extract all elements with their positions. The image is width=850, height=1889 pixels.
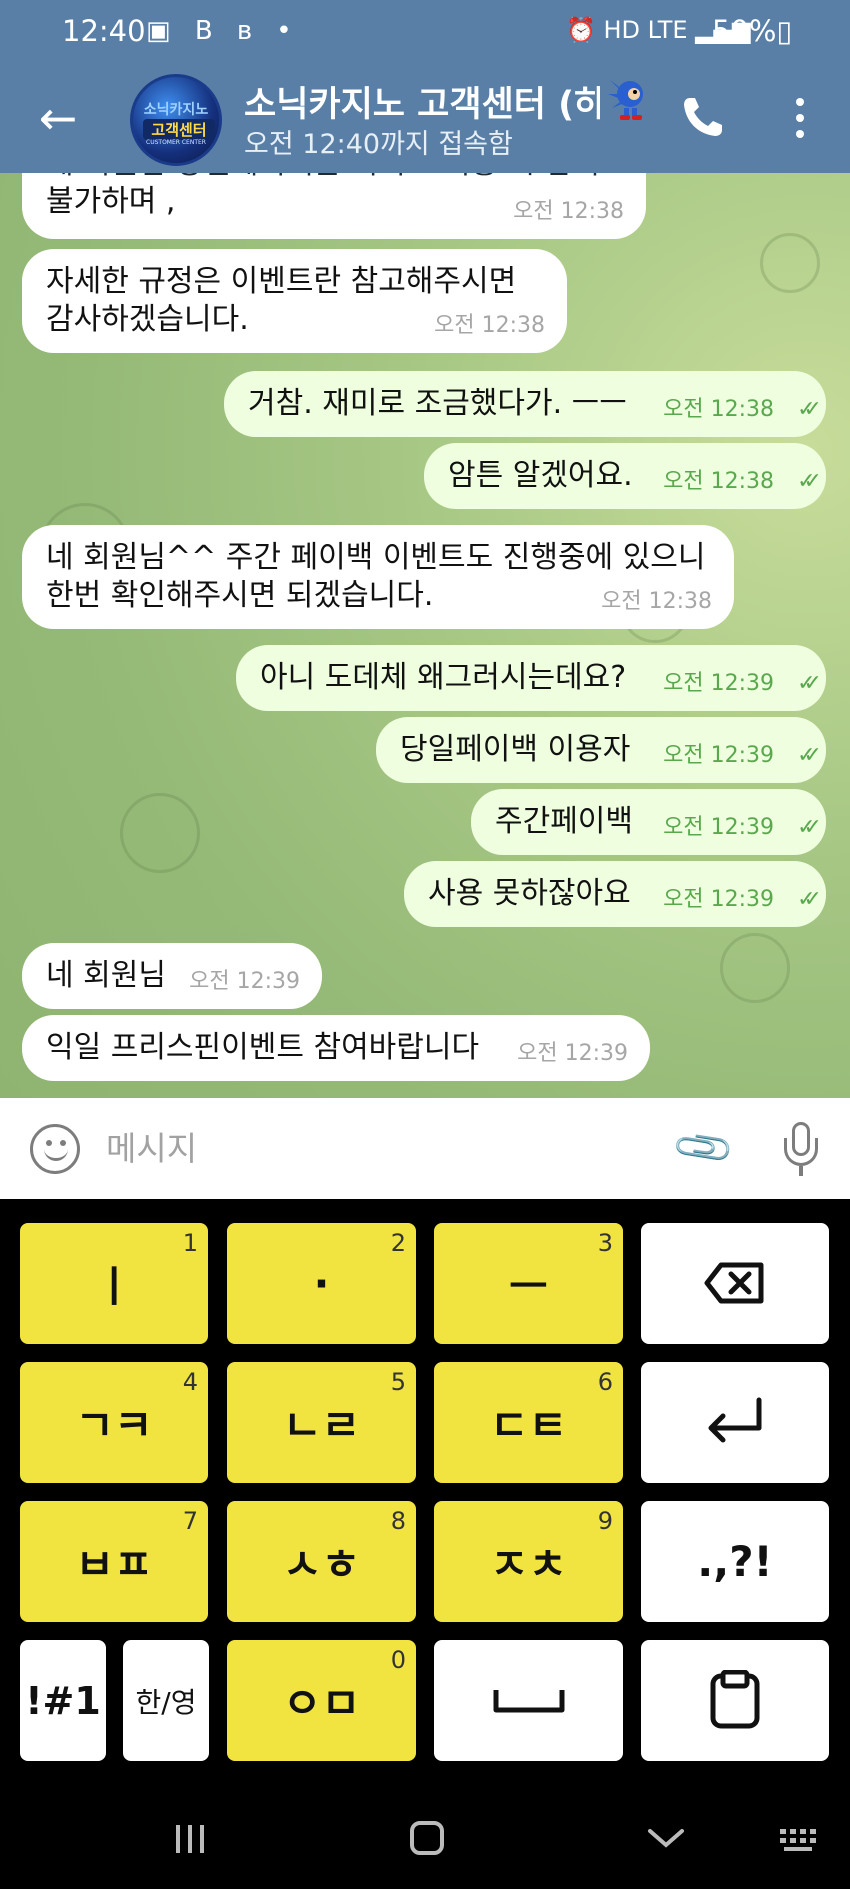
message-text: 네 회원님^^ 주간 페이백 이벤트도 진행중에 있으니 bbox=[46, 540, 706, 575]
message-text: 네 회원님 당일페이백은 기지노 이용 시 참여 bbox=[46, 173, 622, 183]
key-dot[interactable]: 2 · bbox=[227, 1223, 416, 1344]
background-doodle bbox=[120, 793, 200, 873]
message-bubble-outgoing[interactable]: 거참. 재미로 조금했다가. ㅡㅡ 오전 12:38 ✓✓ bbox=[224, 371, 826, 437]
key-g-k[interactable]: 4 ㄱㅋ bbox=[20, 1362, 208, 1483]
last-seen-status: 오전 12:40까지 접속함 bbox=[244, 129, 513, 160]
top-bar: 12:40 ▣ B ʙ • ⏰ HD LTE ▂▄▆ 50%▯ ← 소닉카지노 … bbox=[0, 0, 850, 173]
home-icon[interactable] bbox=[397, 1819, 457, 1859]
clipboard-icon bbox=[710, 1670, 760, 1729]
key-label: ㄷㅌ bbox=[489, 1401, 568, 1450]
back-arrow-icon[interactable]: ← bbox=[30, 90, 86, 146]
background-doodle bbox=[760, 233, 820, 293]
key-n-r[interactable]: 5 ㄴㄹ bbox=[227, 1362, 416, 1483]
message-composer: 📎 bbox=[0, 1098, 850, 1199]
key-j-ch[interactable]: 9 ㅈㅊ bbox=[434, 1501, 623, 1622]
battery-indicator: 50%▯ bbox=[712, 14, 793, 48]
key-i[interactable]: 1 ㅣ bbox=[20, 1223, 208, 1344]
key-label: · bbox=[313, 1259, 330, 1308]
read-receipt-icon: ✓✓ bbox=[797, 397, 822, 422]
symbols-key[interactable]: !#1 bbox=[20, 1640, 106, 1761]
language-toggle-key[interactable]: 한/영 bbox=[123, 1640, 209, 1761]
notification-icons: ▣ B ʙ • bbox=[146, 16, 300, 46]
attach-icon[interactable]: 📎 bbox=[665, 1109, 744, 1188]
message-time: 오전 12:38 bbox=[663, 469, 774, 494]
key-eu[interactable]: 3 ㅡ bbox=[434, 1223, 623, 1344]
message-bubble-incoming[interactable]: 자세한 규정은 이벤트란 참고해주시면 감사하겠습니다. 오전 12:38 bbox=[22, 249, 567, 353]
message-input[interactable] bbox=[106, 1126, 666, 1170]
message-text: 자세한 규정은 이벤트란 참고해주시면 bbox=[46, 264, 517, 299]
system-nav-bar bbox=[0, 1789, 850, 1889]
key-label: ㅡ bbox=[509, 1262, 548, 1311]
message-time: 오전 12:39 bbox=[663, 743, 774, 768]
key-label: ㅂㅍ bbox=[75, 1540, 153, 1589]
key-label: ㄴㄹ bbox=[282, 1401, 361, 1450]
key-label: ㅣ bbox=[94, 1262, 134, 1311]
backspace-key[interactable] bbox=[641, 1223, 829, 1344]
message-time: 오전 12:38 bbox=[434, 313, 545, 338]
phone-icon[interactable] bbox=[672, 88, 732, 148]
message-time: 오전 12:39 bbox=[189, 969, 300, 994]
punctuation-key[interactable]: .,?! bbox=[641, 1501, 829, 1622]
message-time: 오전 12:39 bbox=[663, 815, 774, 840]
message-time: 오전 12:39 bbox=[663, 671, 774, 696]
message-time: 오전 12:39 bbox=[663, 887, 774, 912]
backspace-icon bbox=[704, 1262, 764, 1304]
key-d-t[interactable]: 6 ㄷㅌ bbox=[434, 1362, 623, 1483]
avatar-text-main: 고객센터 bbox=[143, 119, 215, 140]
key-label: ㅇㅁ bbox=[282, 1679, 361, 1728]
key-label: ㅈㅊ bbox=[489, 1540, 568, 1589]
message-time: 오전 12:38 bbox=[601, 589, 712, 614]
chat-messages[interactable]: 네 회원님 당일페이백은 기지노 이용 시 참여 불가하며 , 오전 12:38… bbox=[0, 173, 850, 1098]
background-doodle bbox=[720, 933, 790, 1003]
more-vert-icon[interactable] bbox=[770, 88, 830, 148]
read-receipt-icon: ✓✓ bbox=[797, 887, 822, 912]
mic-icon[interactable] bbox=[776, 1120, 826, 1178]
keyboard: 1 ㅣ 2 · 3 ㅡ 4 ㄱㅋ 5 ㄴㄹ 6 ㄷㅌ 7 ㅂㅍ 8 ㅅㅎ 9 ㅈ… bbox=[0, 1199, 850, 1789]
key-ng-m[interactable]: 0 ㅇㅁ bbox=[227, 1640, 416, 1761]
chat-title[interactable]: 소닉카지노 고객센터 (하 bbox=[244, 76, 600, 127]
message-time: 오전 12:38 bbox=[663, 397, 774, 422]
message-bubble-outgoing[interactable]: 주간페이백 오전 12:39 ✓✓ bbox=[471, 789, 826, 855]
message-bubble-outgoing[interactable]: 당일페이백 이용자 오전 12:39 ✓✓ bbox=[376, 717, 826, 783]
key-label: ㅅㅎ bbox=[282, 1540, 361, 1589]
avatar-text-top: 소닉카지노 bbox=[143, 102, 209, 118]
message-bubble-incoming[interactable]: 네 회원님 당일페이백은 기지노 이용 시 참여 불가하며 , 오전 12:38 bbox=[22, 173, 646, 239]
clipboard-key[interactable] bbox=[641, 1640, 829, 1761]
read-receipt-icon: ✓✓ bbox=[797, 671, 822, 696]
key-b-p[interactable]: 7 ㅂㅍ bbox=[20, 1501, 208, 1622]
sonic-sticker-icon bbox=[608, 80, 643, 120]
space-icon bbox=[493, 1690, 565, 1713]
key-label: !#1 bbox=[25, 1678, 101, 1723]
message-bubble-incoming[interactable]: 네 회원님^^ 주간 페이백 이벤트도 진행중에 있으니 한번 확인해주시면 되… bbox=[22, 525, 734, 629]
message-bubble-outgoing[interactable]: 아니 도데체 왜그러시는데요? 오전 12:39 ✓✓ bbox=[236, 645, 826, 711]
key-label: ㄱㅋ bbox=[75, 1401, 153, 1450]
avatar[interactable]: 소닉카지노 고객센터 CUSTOMER CENTER bbox=[130, 74, 222, 166]
message-bubble-outgoing[interactable]: 사용 못하잖아요 오전 12:39 ✓✓ bbox=[404, 861, 826, 927]
recents-icon[interactable] bbox=[160, 1819, 220, 1859]
enter-key[interactable] bbox=[641, 1362, 829, 1483]
key-label: .,?! bbox=[697, 1537, 773, 1586]
message-time: 오전 12:39 bbox=[517, 1041, 628, 1066]
enter-icon bbox=[708, 1397, 762, 1443]
key-label: 한/영 bbox=[135, 1685, 197, 1719]
status-time: 12:40 bbox=[62, 14, 146, 48]
chat-header: ← 소닉카지노 고객센터 CUSTOMER CENTER 소닉카지노 고객센터 … bbox=[0, 70, 850, 173]
key-s-h[interactable]: 8 ㅅㅎ bbox=[227, 1501, 416, 1622]
message-time: 오전 12:38 bbox=[513, 199, 624, 224]
read-receipt-icon: ✓✓ bbox=[797, 743, 822, 768]
back-icon[interactable] bbox=[636, 1819, 696, 1859]
message-bubble-incoming[interactable]: 익일 프리스핀이벤트 참여바랍니다 오전 12:39 bbox=[22, 1015, 650, 1081]
keyboard-icon[interactable] bbox=[770, 1819, 830, 1859]
status-bar: 12:40 ▣ B ʙ • ⏰ HD LTE ▂▄▆ 50%▯ bbox=[0, 0, 850, 70]
emoji-icon[interactable] bbox=[30, 1124, 80, 1174]
read-receipt-icon: ✓✓ bbox=[797, 815, 822, 840]
read-receipt-icon: ✓✓ bbox=[797, 469, 822, 494]
message-bubble-outgoing[interactable]: 암튼 알겠어요. 오전 12:38 ✓✓ bbox=[424, 443, 826, 509]
message-bubble-incoming[interactable]: 네 회원님 오전 12:39 bbox=[22, 943, 322, 1009]
avatar-text-small: CUSTOMER CENTER bbox=[146, 139, 206, 146]
space-key[interactable] bbox=[434, 1640, 623, 1761]
